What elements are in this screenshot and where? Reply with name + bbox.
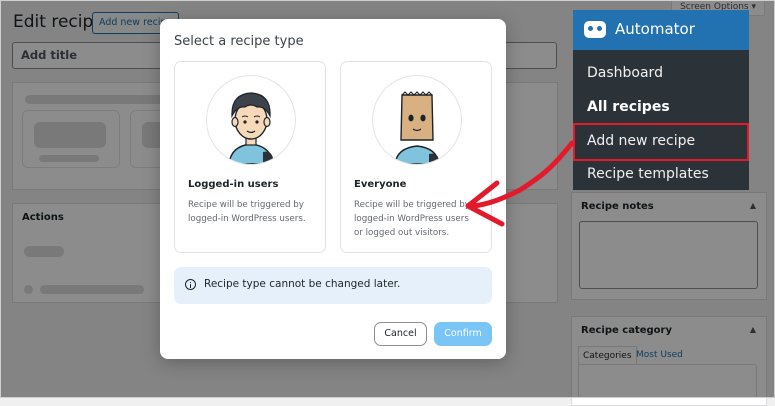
recipe-type-option-everyone[interactable]: Everyone Recipe will be triggered by log… [340, 61, 492, 253]
option-description: Recipe will be triggered by logged-in Wo… [188, 200, 306, 224]
automator-logo-icon [584, 21, 606, 38]
user-avatar-icon [206, 75, 296, 165]
modal-title: Select a recipe type [174, 34, 304, 49]
automator-menu-header[interactable]: Automator [573, 10, 749, 50]
select-recipe-type-modal: Select a recipe type Logged-in users Rec… [160, 19, 506, 359]
option-description: Recipe will be triggered by logged-in Wo… [354, 200, 470, 238]
menu-item-dashboard[interactable]: Dashboard [587, 65, 663, 81]
anonymous-bag-avatar-icon [372, 75, 462, 165]
info-icon [185, 279, 196, 290]
add-new-recipe-highlight [573, 123, 749, 161]
admin-submenu: Automator Dashboard All recipes Add new … [573, 10, 749, 190]
cancel-button[interactable]: Cancel [374, 322, 427, 346]
recipe-type-option-logged-in-users[interactable]: Logged-in users Recipe will be triggered… [174, 61, 326, 253]
automator-menu-title: Automator [615, 20, 695, 38]
confirm-button[interactable]: Confirm [434, 322, 492, 346]
option-title: Everyone [354, 179, 407, 190]
recipe-type-notice: Recipe type cannot be changed later. [174, 267, 492, 304]
menu-item-all-recipes[interactable]: All recipes [587, 99, 670, 115]
menu-item-recipe-templates[interactable]: Recipe templates [587, 166, 709, 182]
option-title: Logged-in users [188, 179, 279, 190]
notice-text: Recipe type cannot be changed later. [204, 278, 401, 290]
